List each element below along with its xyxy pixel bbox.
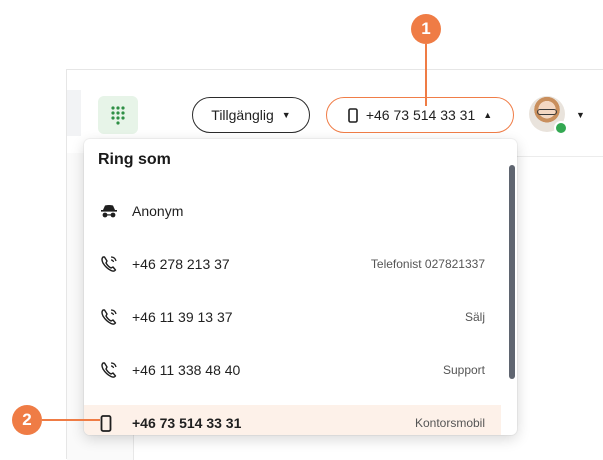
mobile-icon bbox=[348, 107, 358, 123]
dialpad-icon bbox=[111, 106, 125, 125]
menu-item-number: +46 73 514 33 31 bbox=[132, 415, 242, 431]
status-dropdown[interactable]: Tillgänglig ▼ bbox=[192, 97, 310, 133]
search-bar-edge bbox=[67, 90, 81, 136]
menu-item-number: Anonym bbox=[132, 203, 184, 219]
presence-indicator bbox=[554, 121, 568, 135]
menu-item-anonym[interactable]: Anonym bbox=[84, 193, 501, 229]
menu-item-number-4-selected[interactable]: +46 73 514 33 31 Kontorsmobil bbox=[84, 405, 501, 435]
dialpad-button[interactable] bbox=[98, 96, 138, 134]
menu-item-number-1[interactable]: +46 278 213 37 Telefonist 027821337 bbox=[84, 246, 501, 282]
caller-id-dropdown[interactable]: +46 73 514 33 31 ▲ bbox=[326, 97, 514, 133]
menu-title: Ring som bbox=[98, 151, 171, 168]
menu-scrollbar[interactable] bbox=[509, 165, 515, 379]
menu-item-number-2[interactable]: +46 11 39 13 37 Sälj bbox=[84, 299, 501, 335]
caller-id-menu: Ring som Anonym +46 278 213 37 Telefonis… bbox=[84, 139, 517, 435]
menu-item-number: +46 11 39 13 37 bbox=[132, 309, 233, 325]
caret-down-icon: ▼ bbox=[281, 109, 291, 120]
status-label: Tillgänglig bbox=[211, 107, 274, 123]
menu-item-tag: Telefonist 027821337 bbox=[370, 257, 485, 271]
menu-item-tag: Kontorsmobil bbox=[414, 416, 485, 430]
menu-item-tag: Sälj bbox=[464, 310, 485, 324]
callout-badge-1: 1 bbox=[411, 14, 441, 44]
phone-forward-icon bbox=[100, 255, 120, 273]
avatar[interactable] bbox=[529, 96, 568, 135]
caret-up-icon: ▲ bbox=[483, 109, 493, 120]
callout-badge-2: 2 bbox=[12, 405, 42, 435]
phone-forward-icon bbox=[100, 361, 120, 379]
callout-leader-2 bbox=[42, 419, 100, 421]
mobile-icon bbox=[100, 414, 120, 432]
user-menu-caret-icon[interactable]: ▼ bbox=[576, 110, 585, 120]
avatar-glasses bbox=[537, 109, 557, 115]
menu-item-number-3[interactable]: +46 11 338 48 40 Support bbox=[84, 352, 501, 388]
phone-forward-icon bbox=[100, 308, 120, 326]
callout-leader-1 bbox=[425, 44, 427, 106]
menu-item-number: +46 278 213 37 bbox=[132, 256, 230, 272]
caller-id-label: +46 73 514 33 31 bbox=[365, 107, 476, 123]
incognito-icon bbox=[100, 204, 120, 218]
menu-item-number: +46 11 338 48 40 bbox=[132, 362, 241, 378]
menu-item-tag: Support bbox=[442, 363, 485, 377]
